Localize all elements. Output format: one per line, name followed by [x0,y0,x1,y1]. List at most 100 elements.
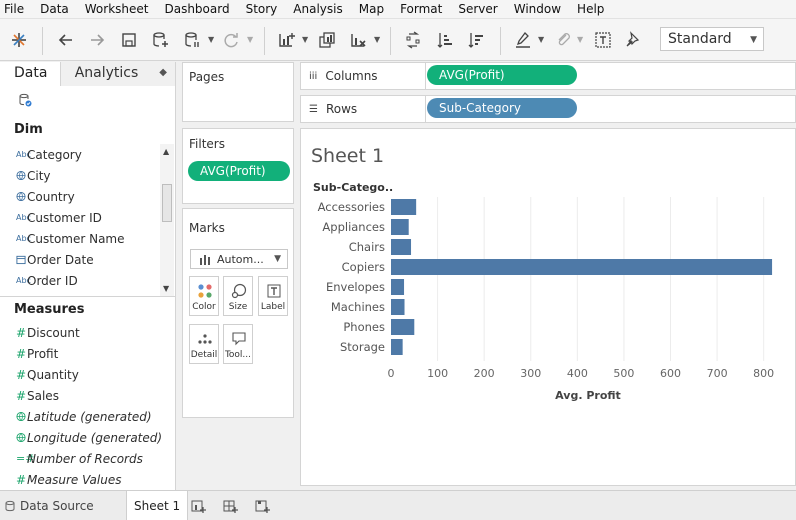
rows-pill-sub-category[interactable]: Sub-Category [427,98,577,118]
globe-icon [0,411,26,422]
tab-analytics[interactable]: Analytics [59,62,175,86]
new-dashboard-icon[interactable] [222,498,238,514]
columns-pill-avg-profit[interactable]: AVG(Profit) [427,65,577,85]
bar-chart-icon [200,255,210,265]
abc-string-icon: Abc [16,150,31,159]
number-icon: # [16,472,27,487]
menu-worksheet[interactable]: Worksheet [80,0,154,19]
measure-latitude-generated[interactable]: Latitude (generated) [0,406,160,427]
columns-label: Columns [325,69,378,83]
rows-icon: ☰ [309,103,318,115]
measure-quantity[interactable]: # Quantity [0,364,160,385]
category-label: Chairs [349,240,385,254]
globe-icon [0,191,26,202]
toolbar: ▼ ▼ ▼ ▼ ▼ ▼ Standard ▼ [0,19,796,61]
color-icon [198,284,212,298]
dimension-city[interactable]: City [0,165,160,186]
x-tick-label: 100 [427,367,448,380]
marks-tooltip-button[interactable]: Tool... [223,324,253,364]
measure-sales[interactable]: # Sales [0,385,160,406]
undo-icon[interactable] [55,29,77,51]
number-icon: # [16,346,27,361]
bar [391,339,403,355]
bar [391,239,412,255]
swap-rows-columns-icon[interactable] [402,29,424,51]
label-icon [267,284,281,298]
pause-updates-icon[interactable] [181,29,203,51]
dimensions-scrollbar[interactable]: ▲ ▼ [160,144,174,296]
number-icon: # [16,367,27,382]
rows-label: Rows [325,102,358,116]
dimension-order-date[interactable]: Order Date [0,249,160,270]
number-icon: # [16,388,27,403]
menu-server[interactable]: Server [453,0,502,19]
tableau-logo-icon[interactable] [8,29,30,51]
new-story-icon[interactable] [254,498,270,514]
marks-label-button[interactable]: Label [258,276,288,316]
number-icon: # [16,325,27,340]
category-label: Phones [343,320,385,334]
dimension-customer-name[interactable]: Abc Customer Name [0,228,160,249]
measure-profit[interactable]: # Profit [0,343,160,364]
measure-longitude-generated[interactable]: Longitude (generated) [0,427,162,448]
mark-type-select[interactable]: Autom... ▼ [190,249,288,269]
save-icon[interactable] [118,29,140,51]
chevron-down-icon: ▼ [274,254,281,264]
marks-detail-button[interactable]: Detail [189,324,219,364]
measure-discount[interactable]: # Discount [0,322,160,343]
data-source-tab[interactable]: Data Source [4,491,94,520]
group-members-icon[interactable] [552,29,574,51]
abc-string-icon: Abc [16,234,31,243]
measure-measure-values[interactable]: # Measure Values [0,469,160,490]
dimension-order-id[interactable]: Abc Order ID [0,270,160,291]
marks-color-button[interactable]: Color [189,276,219,316]
fit-select[interactable]: Standard ▼ [660,27,764,51]
x-tick-label: 800 [753,367,774,380]
fix-axes-pin-icon[interactable] [622,29,644,51]
tab-data[interactable]: Data [0,62,60,86]
category-label: Storage [340,340,385,354]
menu-file[interactable]: File [0,0,29,19]
data-source-icon[interactable] [18,93,32,107]
menu-window[interactable]: Window [509,0,566,19]
refresh-icon[interactable] [220,29,242,51]
filter-pill-avg-profit[interactable]: AVG(Profit) [188,161,290,181]
abc-string-icon: Abc [16,276,31,285]
marks-size-button[interactable]: Size [223,276,253,316]
bar [391,199,417,215]
globe-icon [0,170,26,181]
sheet-tab-sheet-1[interactable]: Sheet 1 [126,491,189,520]
new-worksheet-icon[interactable] [190,498,206,514]
menu-data[interactable]: Data [35,0,74,19]
dimension-country[interactable]: Country [0,186,160,207]
sort-ascending-icon[interactable] [434,29,456,51]
menu-format[interactable]: Format [395,0,447,19]
menu-map[interactable]: Map [354,0,389,19]
tooltip-icon [232,332,246,346]
marks-card: Marks Autom... ▼ Color Size Label Detail… [182,208,294,418]
dimension-category[interactable]: Abc Category [0,144,160,165]
dimension-customer-id[interactable]: Abc Customer ID [0,207,160,228]
menu-analysis[interactable]: Analysis [288,0,347,19]
row-header-sub-category: Sub-Catego.. [313,181,393,194]
bar [391,299,405,315]
menu-story[interactable]: Story [241,0,283,19]
menu-dashboard[interactable]: Dashboard [159,0,234,19]
highlight-icon[interactable] [512,29,534,51]
chevron-updown-icon[interactable]: ◆ [159,67,167,78]
sheet-tabs-bar: Data Source Sheet 1 [0,490,796,520]
columns-shelf: iii Columns AVG(Profit) [300,62,796,90]
sort-descending-icon[interactable] [465,29,487,51]
clear-sheet-icon[interactable] [347,29,369,51]
worksheet-view: Sheet 1 Sub-Catego.. 0 100 200 300 400 500 600 7… [300,128,796,486]
redo-icon[interactable] [86,29,108,51]
measure-number-of-records[interactable]: =# Number of Records [0,448,160,469]
new-worksheet-icon[interactable] [275,29,297,51]
menu-help[interactable]: Help [572,0,609,19]
category-label: Appliances [322,220,385,234]
globe-icon [0,432,26,443]
duplicate-sheet-icon[interactable] [316,29,338,51]
x-tick-label: 700 [707,367,728,380]
new-data-source-icon[interactable] [149,29,171,51]
show-mark-labels-icon[interactable] [592,29,614,51]
